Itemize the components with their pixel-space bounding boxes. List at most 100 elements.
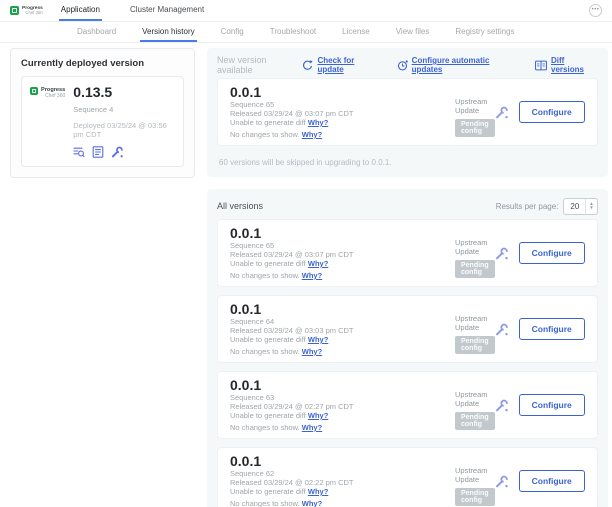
results-per-page-label: Results per page: [496,202,559,211]
version-source-label: Upstream Update [455,390,495,408]
top-nav: Progress Chef 360 Application Cluster Man… [0,0,612,22]
select-stepper-icon: ▲▼ [585,199,596,214]
edit-config-icon[interactable] [495,399,508,412]
released-label: Released 03/29/24 @ 02:22 pm CDT [230,478,455,487]
refresh-icon [302,60,313,71]
version-source-label: Upstream Update [455,97,495,115]
new-version-title: New version available [217,55,302,75]
brand-line2: Chef 360 [41,94,65,100]
view-files-icon[interactable] [92,146,104,158]
skip-versions-note: 60 versions will be skipped in upgrading… [217,154,598,167]
edit-config-icon[interactable] [495,475,508,488]
sequence-label: Sequence 65 [230,241,455,250]
all-versions-list: 0.0.1 Sequence 65 Released 03/29/24 @ 03… [217,219,598,507]
sequence-label: Sequence 65 [230,100,455,109]
version-history-main: New version available Check for update [207,48,608,507]
sequence-label: Sequence 62 [230,469,455,478]
diff-why-link[interactable]: Why? [308,118,328,127]
version-row: 0.0.1 Sequence 63 Released 03/29/24 @ 02… [217,371,598,439]
results-per-page-select[interactable]: 20 ▲▼ [563,198,597,215]
changes-why-link[interactable]: Why? [302,347,322,356]
new-version-panel: New version available Check for update [207,48,608,177]
version-row: 0.0.1 Sequence 62 Released 03/29/24 @ 02… [217,447,598,507]
configure-button[interactable]: Configure [519,394,585,416]
changes-why-link[interactable]: Why? [302,271,322,280]
released-label: Released 03/29/24 @ 03:03 pm CDT [230,326,455,335]
tab-view-files[interactable]: View files [394,22,432,42]
version-label: 0.0.1 [230,302,455,317]
currently-deployed-panel: Currently deployed version Progress Chef… [10,48,195,178]
diff-status-text: Unable to generate diff [230,335,306,344]
status-badge: Pending config [455,412,495,430]
sequence-label: Sequence 63 [230,393,455,402]
tab-config[interactable]: Config [219,22,246,42]
released-label: Released 03/29/24 @ 03:07 pm CDT [230,250,455,259]
edit-config-icon[interactable] [495,323,508,336]
diff-status-text: Unable to generate diff [230,411,306,420]
diff-why-link[interactable]: Why? [308,335,328,344]
ellipsis-menu-icon[interactable]: ••• [589,4,602,17]
tab-license[interactable]: License [340,22,372,42]
primary-tab-cluster-management[interactable]: Cluster Management [128,0,206,21]
configure-button[interactable]: Configure [519,318,585,340]
diff-status-text: Unable to generate diff [230,487,306,496]
diff-why-link[interactable]: Why? [308,259,328,268]
new-version-card-host: 0.0.1 Sequence 65 Released 03/29/24 @ 03… [217,78,598,146]
changes-why-link[interactable]: Why? [302,130,322,139]
check-for-update-link[interactable]: Check for update [302,56,380,74]
version-source-label: Upstream Update [455,314,495,332]
version-label: 0.0.1 [230,226,455,241]
diff-why-link[interactable]: Why? [308,487,328,496]
deployed-panel-title: Currently deployed version [21,58,184,69]
primary-tab-application[interactable]: Application [59,0,102,21]
changes-text: No changes to show. [230,271,300,280]
status-badge: Pending config [455,119,495,137]
version-source-label: Upstream Update [455,466,495,484]
app-logo-text: Progress Chef 360 [22,6,43,16]
status-badge: Pending config [455,336,495,354]
diff-status-text: Unable to generate diff [230,259,306,268]
brand-line2: Chef 360 [22,11,43,16]
released-label: Released 03/29/24 @ 03:07 pm CDT [230,109,455,118]
diff-columns-icon [535,60,547,71]
edit-config-icon[interactable] [495,106,508,119]
changes-why-link[interactable]: Why? [302,423,322,432]
diff-versions-link[interactable]: Diff versions [535,56,598,74]
tab-troubleshoot[interactable]: Troubleshoot [268,22,318,42]
diff-summary-icon[interactable] [73,146,85,158]
version-source-label: Upstream Update [455,238,495,256]
content: Currently deployed version Progress Chef… [0,43,612,507]
deployed-action-icons [73,146,175,158]
deployed-timestamp: Deployed 03/25/24 @ 03:56 pm CDT [73,121,175,139]
changes-text: No changes to show. [230,130,300,139]
version-row: 0.0.1 Sequence 65 Released 03/29/24 @ 03… [217,219,598,287]
schedule-icon [397,60,408,71]
deployed-app-logo: Progress Chef 360 [30,87,65,158]
tab-dashboard[interactable]: Dashboard [75,22,118,42]
configure-button[interactable]: Configure [519,101,585,123]
status-badge: Pending config [455,260,495,278]
edit-config-icon[interactable] [495,247,508,260]
all-versions-title: All versions [217,201,263,211]
changes-text: No changes to show. [230,423,300,432]
changes-why-link[interactable]: Why? [302,499,322,507]
configure-automatic-updates-link[interactable]: Configure automatic updates [397,56,519,74]
version-label: 0.0.1 [230,378,455,393]
tab-version-history[interactable]: Version history [140,22,196,42]
released-label: Released 03/29/24 @ 02:27 pm CDT [230,402,455,411]
version-row: 0.0.1 Sequence 64 Released 03/29/24 @ 03… [217,295,598,363]
changes-text: No changes to show. [230,347,300,356]
configure-button[interactable]: Configure [519,470,585,492]
deployed-sequence-label: Sequence 4 [73,105,175,114]
progress-chef-logo-icon [30,87,38,95]
version-label: 0.0.1 [230,454,455,469]
version-label: 0.0.1 [230,85,455,100]
diff-why-link[interactable]: Why? [308,411,328,420]
tab-registry-settings[interactable]: Registry settings [453,22,516,42]
deployed-version-card: Progress Chef 360 0.13.5 Sequence 4 Depl… [21,76,184,167]
status-badge: Pending config [455,488,495,506]
configure-button[interactable]: Configure [519,242,585,264]
deployed-version-label: 0.13.5 [73,85,175,100]
changes-text: No changes to show. [230,499,300,507]
edit-config-icon[interactable] [111,146,123,158]
